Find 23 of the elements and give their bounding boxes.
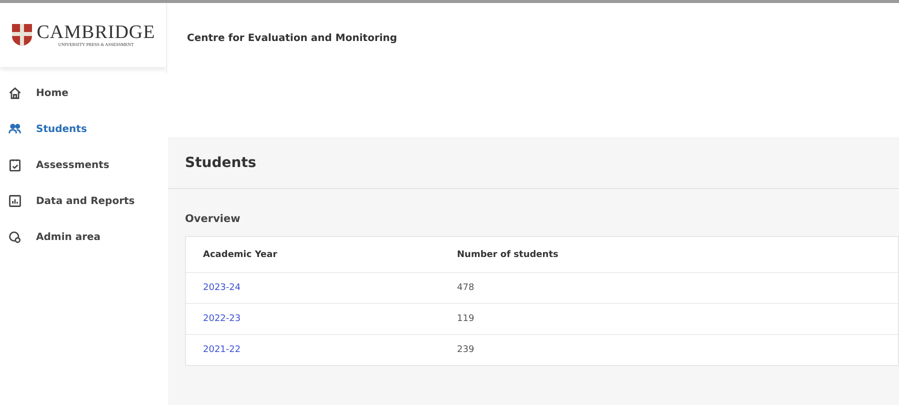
- home-icon: [8, 86, 22, 100]
- sidebar-item[interactable]: Home: [0, 75, 166, 111]
- column-header: Number of students: [457, 250, 560, 260]
- clipboard-icon: [8, 158, 22, 172]
- year-link[interactable]: 2022-23: [203, 314, 241, 324]
- table-cell-text: 119: [457, 314, 476, 324]
- sidebar-item[interactable]: Assessments: [0, 147, 166, 183]
- year-link[interactable]: 2023-24: [203, 283, 241, 293]
- column-header: Academic Year: [203, 250, 278, 260]
- sidebar-item[interactable]: Data and Reports: [0, 183, 166, 219]
- shield-icon: [10, 23, 33, 47]
- header-title: Centre for Evaluation and Monitoring: [187, 33, 398, 44]
- table-cell-text: 239: [457, 345, 476, 355]
- year-link[interactable]: 2021-22: [203, 345, 241, 355]
- table-cell-text: 478: [457, 283, 476, 293]
- logo-name: CAMBRIDGE: [36, 22, 156, 42]
- admin-icon: [8, 230, 22, 244]
- chart-icon: [8, 194, 22, 208]
- people-icon: [8, 122, 22, 136]
- sidebar-item[interactable]: Students: [0, 111, 166, 147]
- section-title: Overview: [184, 212, 242, 227]
- page-title: Students: [185, 154, 256, 170]
- sidebar-item[interactable]: Admin area: [0, 219, 166, 255]
